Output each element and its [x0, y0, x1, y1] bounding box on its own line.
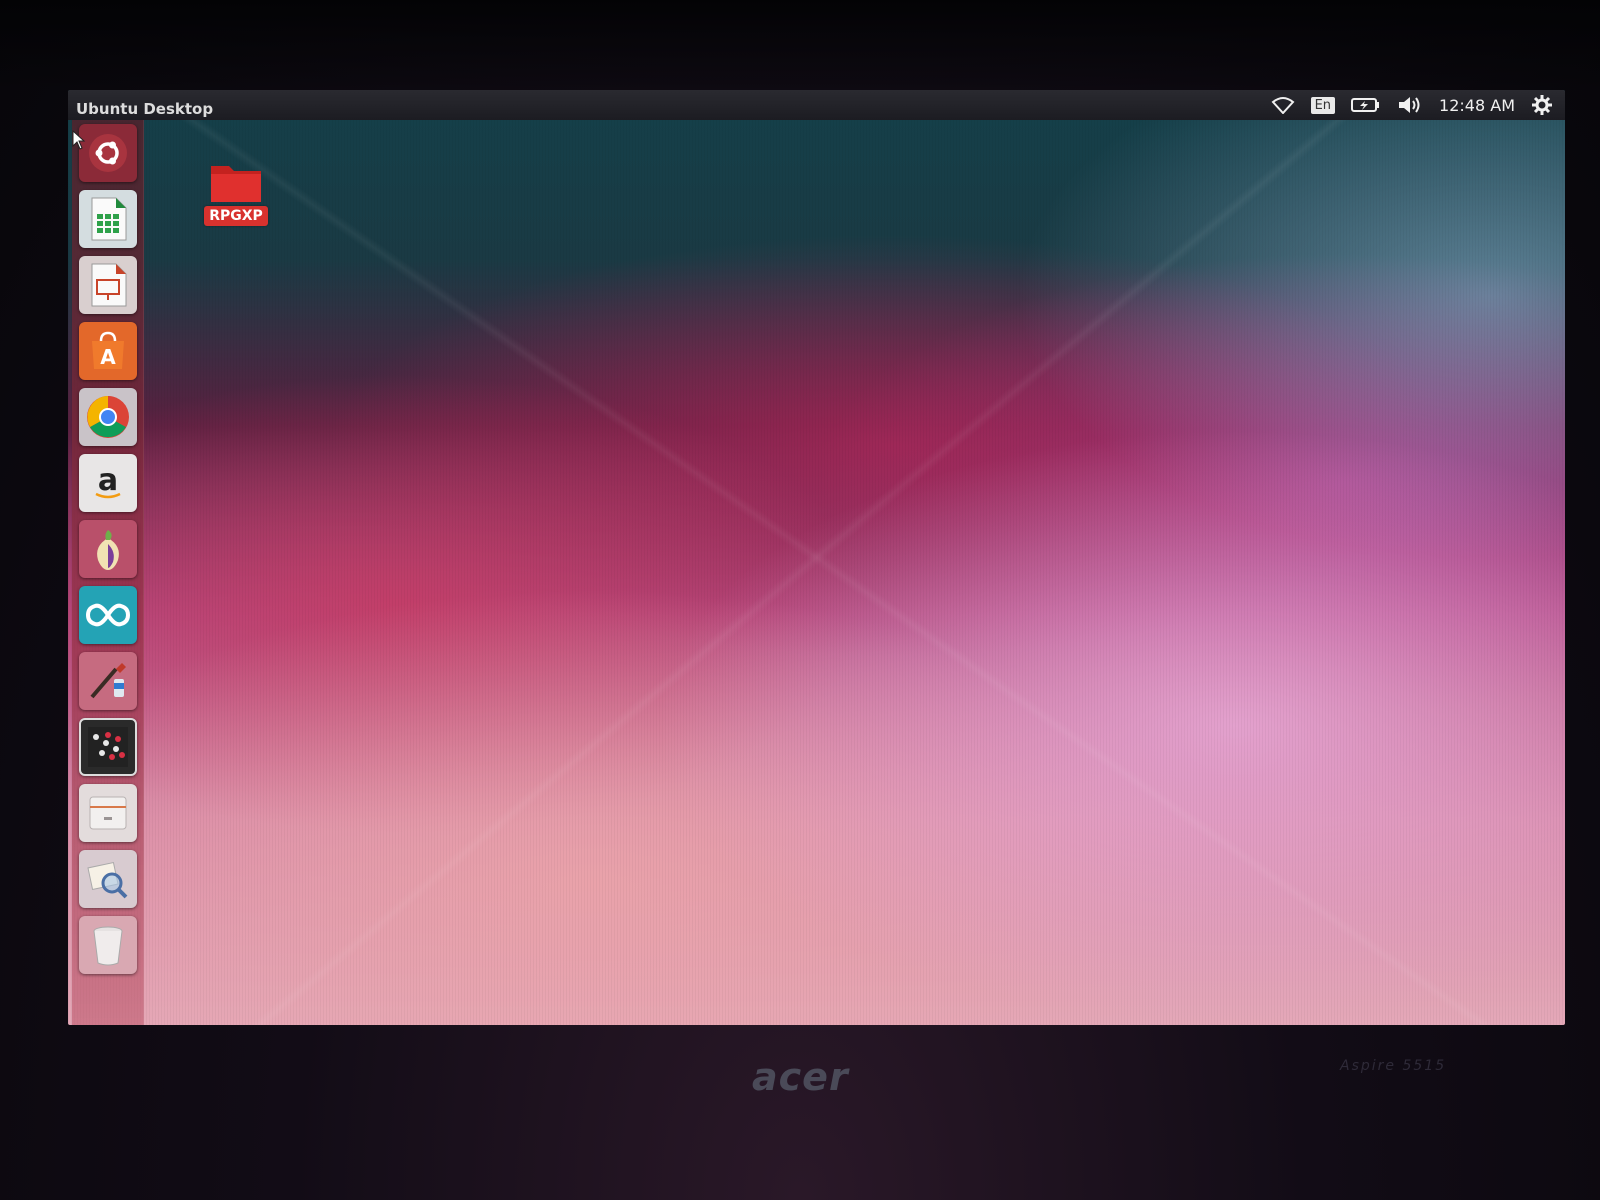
- indicator-area: En 12:48 AM: [1271, 94, 1553, 116]
- checkers-game-icon: [87, 727, 128, 767]
- launcher-item-tor[interactable]: [78, 520, 137, 578]
- launcher-item-chrome[interactable]: [78, 388, 137, 446]
- wifi-icon[interactable]: [1271, 96, 1295, 114]
- language-indicator[interactable]: En: [1310, 96, 1336, 114]
- libreoffice-impress-icon: [88, 262, 128, 308]
- launcher-item-trash[interactable]: [78, 916, 137, 974]
- file-manager-icon: [87, 793, 129, 833]
- svg-text:A: A: [100, 345, 116, 369]
- tor-browser-icon: [88, 526, 128, 572]
- volume-icon[interactable]: [1397, 95, 1423, 115]
- window-title: Ubuntu Desktop: [76, 100, 214, 118]
- amazon-icon: a: [88, 463, 128, 503]
- mouse-cursor: [72, 130, 86, 150]
- dash-home-icon: [87, 132, 129, 174]
- libreoffice-calc-icon: [88, 196, 128, 242]
- launcher-item-files[interactable]: [78, 784, 137, 842]
- battery-charging-icon[interactable]: [1351, 97, 1381, 113]
- launcher-item-arduino[interactable]: [78, 586, 137, 644]
- launcher: A a: [72, 120, 144, 1025]
- launcher-item-impress[interactable]: [78, 256, 137, 314]
- launcher-item-paint[interactable]: [78, 652, 137, 710]
- paint-app-icon: [86, 659, 130, 703]
- ubuntu-software-center-icon: A: [86, 329, 130, 373]
- launcher-item-image-viewer[interactable]: [78, 850, 137, 908]
- launcher-item-software-center[interactable]: A: [78, 322, 137, 380]
- launcher-item-dash[interactable]: [78, 124, 137, 182]
- clock[interactable]: 12:48 AM: [1439, 96, 1515, 115]
- lid-shadow: [0, 0, 1600, 90]
- acer-logo: acer: [752, 1055, 849, 1099]
- trash-icon: [90, 923, 126, 967]
- launcher-item-checkers[interactable]: [78, 718, 137, 776]
- gear-icon[interactable]: [1531, 94, 1553, 116]
- svg-text:a: a: [97, 463, 117, 498]
- model-label: Aspire 5515: [1340, 1058, 1447, 1074]
- launcher-item-amazon[interactable]: a: [78, 454, 137, 512]
- launcher-item-calc[interactable]: [78, 190, 137, 248]
- folder-label: RPGXP: [204, 206, 268, 226]
- desktop-folder-rpgxp[interactable]: RPGXP: [201, 160, 271, 226]
- chrome-icon: [85, 394, 131, 440]
- desktop-screen[interactable]: Ubuntu Desktop En 12:48 AM A a RPGXP: [68, 90, 1565, 1025]
- image-viewer-icon: [86, 857, 130, 901]
- top-panel: Ubuntu Desktop En 12:48 AM: [68, 90, 1565, 120]
- folder-icon: [209, 160, 263, 204]
- arduino-icon: [85, 600, 131, 630]
